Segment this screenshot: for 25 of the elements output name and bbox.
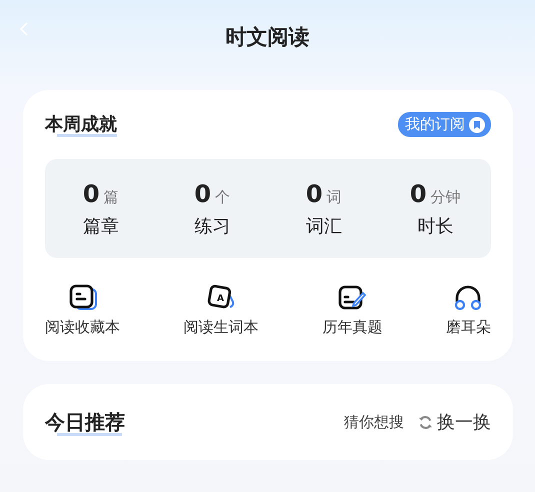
note-pencil-icon — [337, 284, 368, 312]
stat-value: 0 — [194, 180, 212, 208]
shortcut-item[interactable]: 磨耳朵 — [446, 284, 491, 337]
stat-value: 0 — [82, 180, 100, 208]
stat-label: 篇章 — [82, 214, 119, 238]
stat-value: 0 — [410, 180, 427, 208]
stat-label: 词汇 — [306, 214, 342, 238]
stat-unit: 篇 — [104, 188, 119, 206]
stat-unit: 词 — [326, 188, 342, 206]
bookmark-icon — [469, 116, 485, 132]
shortcut-item[interactable]: 历年真题 — [322, 284, 382, 337]
guess-link[interactable]: 猜你想搜 — [344, 412, 404, 432]
shortcut-item[interactable]: A 阅读生词本 — [184, 284, 259, 337]
note-card-icon — [68, 284, 98, 312]
section-title: 本周成就 — [45, 112, 117, 137]
refresh-button[interactable]: 换一换 — [418, 410, 491, 434]
page-title: 时文阅读 — [226, 24, 310, 51]
back-icon[interactable] — [20, 22, 28, 36]
shortcut-item[interactable]: 阅读收藏本 — [45, 284, 120, 337]
refresh-icon — [418, 414, 433, 430]
stat-value: 0 — [306, 180, 323, 208]
stat-unit: 分钟 — [430, 188, 461, 206]
stat-unit: 个 — [215, 188, 230, 206]
stat-label: 时长 — [417, 214, 454, 238]
stat-label: 练习 — [194, 214, 230, 238]
